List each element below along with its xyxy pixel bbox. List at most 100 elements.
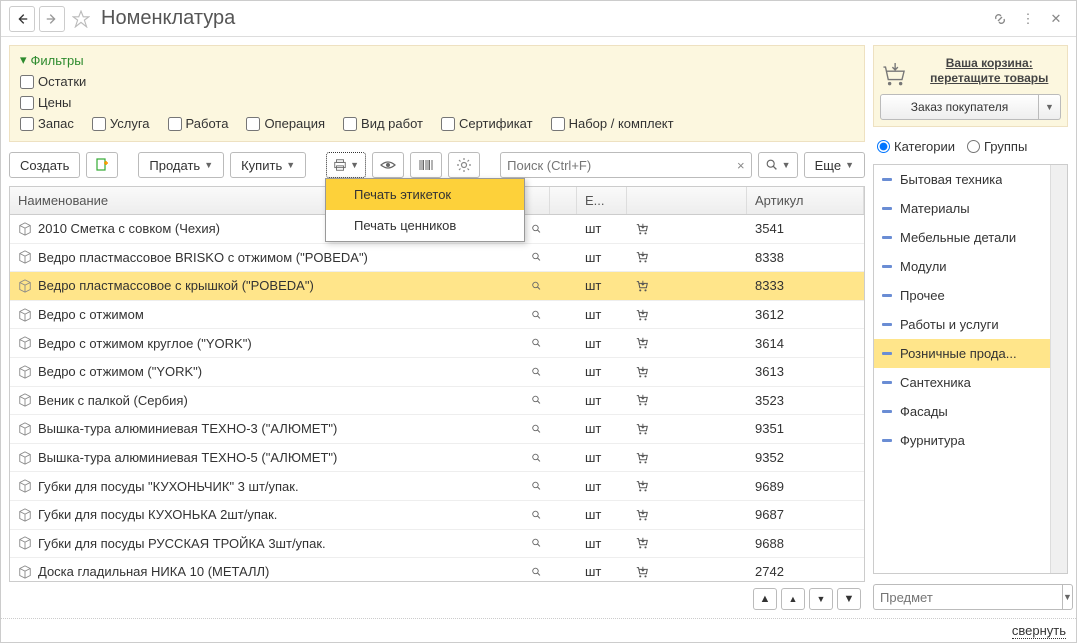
buy-button[interactable]: Купить▼ bbox=[230, 152, 306, 178]
table-row[interactable]: Ведро пластмассовое BRISKO с отжимом ("P… bbox=[10, 244, 864, 273]
table-row[interactable]: Ведро с отжимомшт3612 bbox=[10, 301, 864, 330]
category-item[interactable]: Прочее bbox=[874, 281, 1050, 310]
filter-checkbox[interactable]: Услуга bbox=[92, 116, 150, 131]
item-icon bbox=[18, 422, 32, 436]
col-mag[interactable] bbox=[523, 187, 550, 214]
create-button[interactable]: Создать bbox=[9, 152, 80, 178]
scroll-bottom-button[interactable]: ▼ bbox=[837, 588, 861, 610]
scroll-up-button[interactable]: ▲ bbox=[781, 588, 805, 610]
cart-icon[interactable] bbox=[635, 451, 649, 465]
search-icon[interactable] bbox=[531, 451, 542, 465]
table-row[interactable]: Веник с палкой (Сербия)шт3523 bbox=[10, 387, 864, 416]
collapse-link[interactable]: свернуть bbox=[1, 618, 1076, 642]
scroll-top-button[interactable]: ▲ bbox=[753, 588, 777, 610]
order-button-caret[interactable]: ▼ bbox=[1039, 94, 1061, 120]
cart-icon[interactable] bbox=[635, 422, 649, 436]
search-dropdown-button[interactable]: ▼ bbox=[758, 152, 798, 178]
dash-icon bbox=[882, 294, 892, 297]
scrollbar[interactable] bbox=[1050, 165, 1067, 573]
col-cart2[interactable] bbox=[550, 187, 577, 214]
filter-checkbox[interactable]: Сертификат bbox=[441, 116, 533, 131]
close-icon[interactable]: ✕ bbox=[1044, 7, 1068, 31]
cart-icon[interactable] bbox=[635, 250, 649, 264]
filter-checkbox[interactable]: Операция bbox=[246, 116, 325, 131]
table-row[interactable]: Губки для посуды РУССКАЯ ТРОЙКА 3шт/упак… bbox=[10, 530, 864, 559]
search-icon[interactable] bbox=[531, 308, 542, 322]
table-row[interactable]: Ведро пластмассовое с крышкой ("POBEDA")… bbox=[10, 272, 864, 301]
star-icon[interactable] bbox=[69, 10, 93, 28]
cart-icon[interactable] bbox=[635, 279, 649, 293]
order-button[interactable]: Заказ покупателя bbox=[880, 94, 1039, 120]
view-button[interactable] bbox=[372, 152, 404, 178]
subject-caret[interactable]: ▼ bbox=[1062, 584, 1073, 610]
col-basket[interactable] bbox=[627, 187, 747, 214]
filter-checkbox[interactable]: Цены bbox=[20, 95, 71, 110]
table-row[interactable]: Вышка-тура алюминиевая ТЕХНО-5 ("АЛЮМЕТ"… bbox=[10, 444, 864, 473]
category-item[interactable]: Материалы bbox=[874, 194, 1050, 223]
search-icon[interactable] bbox=[531, 336, 542, 350]
sell-button[interactable]: Продать▼ bbox=[138, 152, 224, 178]
table-row[interactable]: Ведро с отжимом круглое ("YORK")шт3614 bbox=[10, 329, 864, 358]
table-row[interactable]: Ведро с отжимом ("YORK")шт3613 bbox=[10, 358, 864, 387]
scroll-down-button[interactable]: ▼ bbox=[809, 588, 833, 610]
cart-icon[interactable] bbox=[635, 336, 649, 350]
back-button[interactable] bbox=[9, 6, 35, 32]
radio-categories[interactable]: Категории bbox=[877, 139, 955, 154]
category-item[interactable]: Работы и услуги bbox=[874, 310, 1050, 339]
table-row[interactable]: Вышка-тура алюминиевая ТЕХНО-3 ("АЛЮМЕТ"… bbox=[10, 415, 864, 444]
filter-checkbox[interactable]: Вид работ bbox=[343, 116, 423, 131]
category-item[interactable]: Розничные прода... bbox=[874, 339, 1050, 368]
table-row[interactable]: Губки для посуды КУХОНЬКА 2шт/упак.шт968… bbox=[10, 501, 864, 530]
category-item[interactable]: Мебельные детали bbox=[874, 223, 1050, 252]
category-item[interactable]: Фасады bbox=[874, 397, 1050, 426]
filters-toggle[interactable]: ▾Фильтры bbox=[20, 52, 854, 68]
forward-button[interactable] bbox=[39, 6, 65, 32]
category-item[interactable]: Модули bbox=[874, 252, 1050, 281]
radio-groups[interactable]: Группы bbox=[967, 139, 1027, 154]
grid: Наименование Е... Артикул 2010 Сметка с … bbox=[9, 186, 865, 582]
cart-icon[interactable] bbox=[635, 308, 649, 322]
table-row[interactable]: Доска гладильная НИКА 10 (МЕТАЛЛ)шт2742 bbox=[10, 558, 864, 581]
link-icon[interactable] bbox=[988, 7, 1012, 31]
settings-button[interactable] bbox=[448, 152, 480, 178]
cart-icon[interactable] bbox=[635, 536, 649, 550]
filter-checkbox[interactable]: Набор / комплект bbox=[551, 116, 674, 131]
cart-icon[interactable] bbox=[635, 222, 649, 236]
col-art[interactable]: Артикул bbox=[747, 187, 864, 214]
category-item[interactable]: Бытовая техника bbox=[874, 165, 1050, 194]
cart-icon[interactable] bbox=[635, 565, 649, 579]
category-item[interactable]: Сантехника bbox=[874, 368, 1050, 397]
subject-input[interactable] bbox=[873, 584, 1062, 610]
filter-checkbox[interactable]: Работа bbox=[168, 116, 229, 131]
category-item[interactable]: Фурнитура bbox=[874, 426, 1050, 455]
cart-icon[interactable] bbox=[635, 365, 649, 379]
search-icon[interactable] bbox=[531, 393, 542, 407]
search-icon[interactable] bbox=[531, 565, 542, 579]
search-icon[interactable] bbox=[531, 279, 542, 293]
search-icon[interactable] bbox=[531, 250, 542, 264]
filter-checkbox[interactable]: Запас bbox=[20, 116, 74, 131]
dropdown-item-pricetags[interactable]: Печать ценников bbox=[326, 210, 524, 241]
search-icon[interactable] bbox=[531, 222, 542, 236]
menu-icon[interactable]: ⋮ bbox=[1016, 7, 1040, 31]
cart-icon[interactable] bbox=[635, 508, 649, 522]
dropdown-item-labels[interactable]: Печать этикеток bbox=[326, 179, 524, 210]
cart-icon[interactable] bbox=[635, 393, 649, 407]
search-clear[interactable]: × bbox=[737, 158, 745, 173]
search-icon[interactable] bbox=[531, 536, 542, 550]
more-button[interactable]: Еще▼ bbox=[804, 152, 865, 178]
search-icon[interactable] bbox=[531, 508, 542, 522]
search-icon[interactable] bbox=[531, 365, 542, 379]
search-icon[interactable] bbox=[531, 479, 542, 493]
print-button[interactable]: ▼ bbox=[326, 152, 366, 178]
col-unit[interactable]: Е... bbox=[577, 187, 627, 214]
create-doc-button[interactable] bbox=[86, 152, 118, 178]
cart-label[interactable]: Ваша корзина: перетащите товары bbox=[918, 56, 1061, 86]
barcode-button[interactable] bbox=[410, 152, 442, 178]
cart-icon[interactable] bbox=[635, 479, 649, 493]
filter-checkbox[interactable]: Остатки bbox=[20, 74, 86, 89]
search-icon[interactable] bbox=[531, 422, 542, 436]
table-row[interactable]: Губки для посуды "КУХОНЬЧИК" 3 шт/упак.ш… bbox=[10, 472, 864, 501]
search-input[interactable] bbox=[507, 158, 733, 173]
item-article: 3613 bbox=[747, 364, 864, 379]
